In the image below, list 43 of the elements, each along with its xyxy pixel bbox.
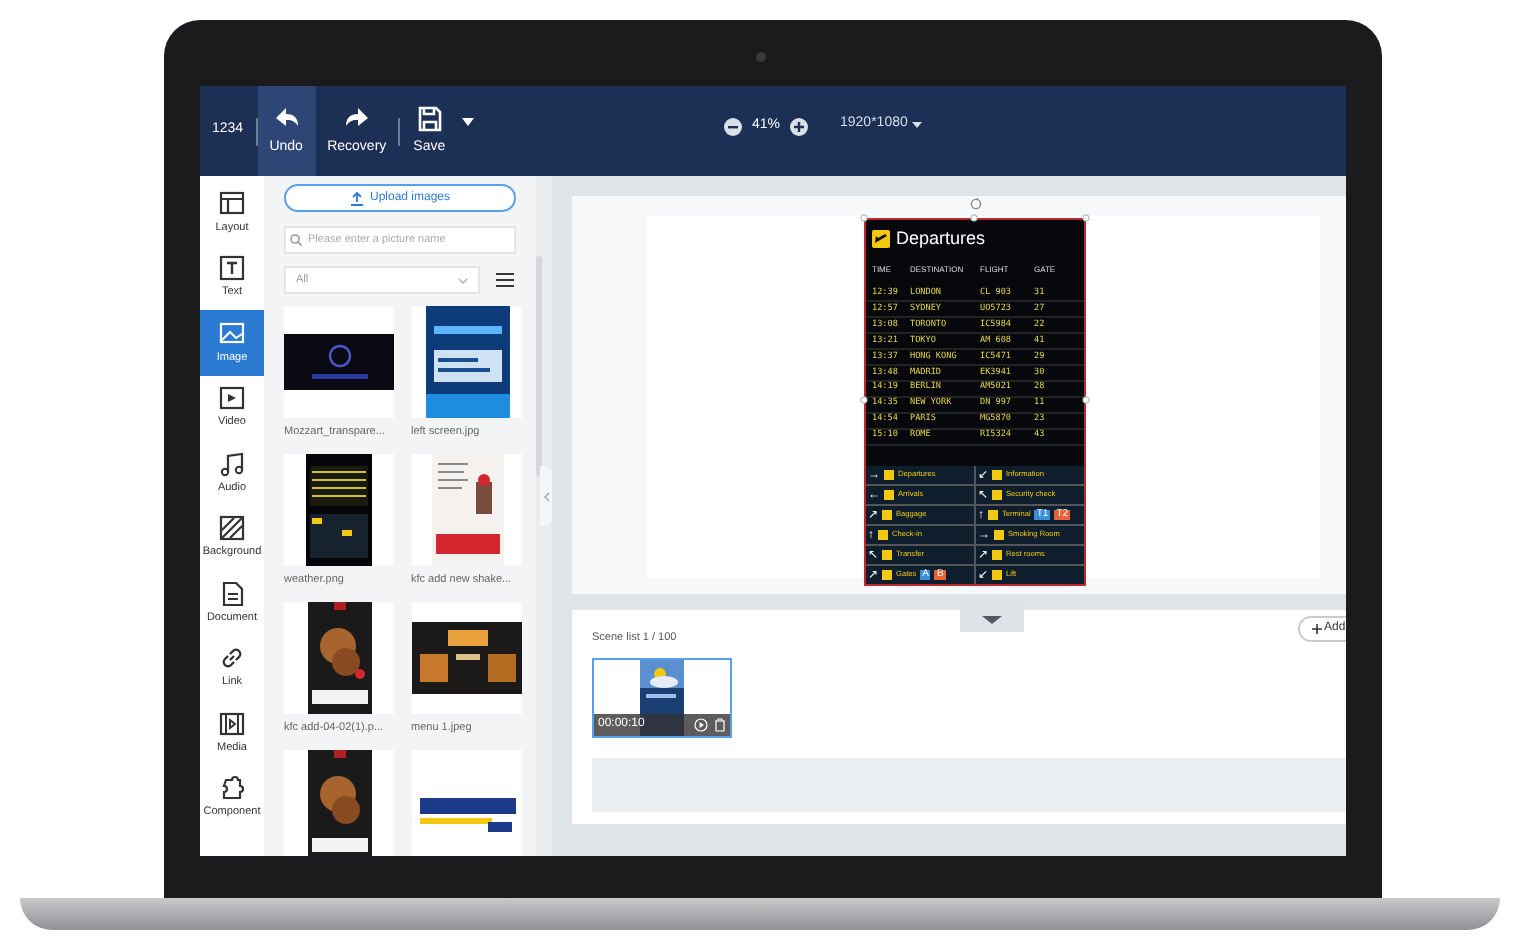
chevron-down-icon — [982, 615, 1002, 623]
image-thumbnail[interactable] — [411, 750, 521, 856]
expand-tab[interactable] — [960, 606, 1024, 632]
rotate-icon — [970, 198, 982, 210]
image-thumbnail[interactable] — [284, 602, 394, 714]
image-thumbnail[interactable] — [284, 306, 394, 418]
image-thumbnail[interactable] — [411, 602, 521, 714]
zoom-in-icon — [790, 117, 809, 136]
delete-button[interactable] — [714, 718, 726, 732]
play-button[interactable] — [694, 718, 708, 732]
plus-icon — [1312, 624, 1322, 634]
list-view-button[interactable] — [496, 272, 514, 288]
text-icon — [218, 254, 246, 283]
collapse-handle[interactable] — [540, 466, 552, 526]
film-icon — [218, 709, 246, 738]
caret-icon — [462, 117, 475, 125]
image-thumbnail[interactable] — [411, 306, 521, 418]
image-icon — [218, 319, 246, 348]
puzzle-icon — [218, 774, 246, 803]
chevron-left-icon — [543, 491, 549, 501]
camera-icon — [756, 52, 766, 62]
play-icon — [694, 718, 708, 732]
plane-icon — [872, 230, 890, 249]
link-icon — [218, 644, 246, 673]
video-icon — [218, 384, 246, 413]
pattern-icon — [218, 514, 246, 543]
trash-icon — [714, 718, 726, 732]
layout-icon — [218, 189, 246, 218]
document-icon — [218, 579, 246, 608]
music-icon — [218, 449, 246, 478]
departures-board[interactable] — [864, 218, 1086, 586]
upload-icon — [349, 191, 364, 205]
caret-icon — [911, 121, 922, 128]
menu-icon — [496, 272, 514, 288]
resize-handle-icon — [1082, 396, 1090, 404]
resize-handle-icon — [860, 396, 868, 404]
chevron-down-icon — [458, 277, 468, 283]
image-thumbnail[interactable] — [284, 454, 394, 566]
board-title: Departures — [896, 226, 986, 252]
image-thumbnail[interactable] — [284, 750, 394, 856]
image-thumbnail[interactable] — [411, 454, 521, 566]
search-icon — [290, 234, 302, 246]
zoom-out-icon — [724, 117, 742, 136]
